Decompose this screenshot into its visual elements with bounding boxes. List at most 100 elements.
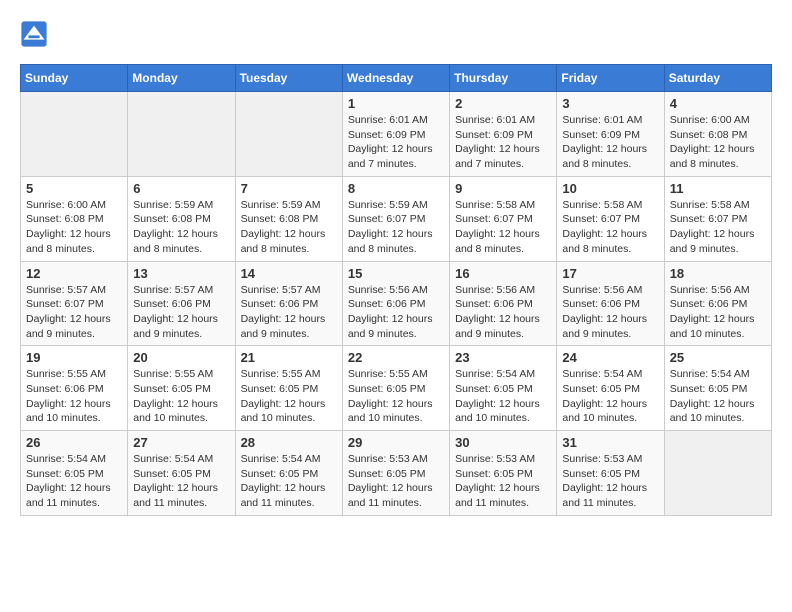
calendar-cell: 12 Sunrise: 5:57 AMSunset: 6:07 PMDaylig… [21, 261, 128, 346]
weekday-header: Wednesday [342, 65, 449, 92]
calendar-cell [235, 92, 342, 177]
calendar-cell: 16 Sunrise: 5:56 AMSunset: 6:06 PMDaylig… [450, 261, 557, 346]
calendar-cell: 30 Sunrise: 5:53 AMSunset: 6:05 PMDaylig… [450, 431, 557, 516]
day-info: Sunrise: 5:56 AMSunset: 6:06 PMDaylight:… [348, 283, 444, 342]
calendar-cell: 24 Sunrise: 5:54 AMSunset: 6:05 PMDaylig… [557, 346, 664, 431]
calendar-cell: 11 Sunrise: 5:58 AMSunset: 6:07 PMDaylig… [664, 176, 771, 261]
day-info: Sunrise: 6:01 AMSunset: 6:09 PMDaylight:… [562, 113, 658, 172]
calendar-cell: 25 Sunrise: 5:54 AMSunset: 6:05 PMDaylig… [664, 346, 771, 431]
day-number: 8 [348, 181, 444, 196]
day-info: Sunrise: 6:01 AMSunset: 6:09 PMDaylight:… [348, 113, 444, 172]
day-number: 12 [26, 266, 122, 281]
calendar-body: 1 Sunrise: 6:01 AMSunset: 6:09 PMDayligh… [21, 92, 772, 516]
calendar-cell: 27 Sunrise: 5:54 AMSunset: 6:05 PMDaylig… [128, 431, 235, 516]
day-number: 27 [133, 435, 229, 450]
calendar-cell: 20 Sunrise: 5:55 AMSunset: 6:05 PMDaylig… [128, 346, 235, 431]
calendar-cell: 3 Sunrise: 6:01 AMSunset: 6:09 PMDayligh… [557, 92, 664, 177]
day-number: 31 [562, 435, 658, 450]
calendar-cell: 14 Sunrise: 5:57 AMSunset: 6:06 PMDaylig… [235, 261, 342, 346]
day-number: 20 [133, 350, 229, 365]
calendar-header: SundayMondayTuesdayWednesdayThursdayFrid… [21, 65, 772, 92]
day-info: Sunrise: 5:58 AMSunset: 6:07 PMDaylight:… [670, 198, 766, 257]
calendar-cell: 9 Sunrise: 5:58 AMSunset: 6:07 PMDayligh… [450, 176, 557, 261]
calendar-week-row: 26 Sunrise: 5:54 AMSunset: 6:05 PMDaylig… [21, 431, 772, 516]
day-info: Sunrise: 5:53 AMSunset: 6:05 PMDaylight:… [455, 452, 551, 511]
calendar-cell: 26 Sunrise: 5:54 AMSunset: 6:05 PMDaylig… [21, 431, 128, 516]
day-number: 9 [455, 181, 551, 196]
day-info: Sunrise: 5:56 AMSunset: 6:06 PMDaylight:… [562, 283, 658, 342]
calendar-cell: 29 Sunrise: 5:53 AMSunset: 6:05 PMDaylig… [342, 431, 449, 516]
day-number: 28 [241, 435, 337, 450]
weekday-header: Sunday [21, 65, 128, 92]
calendar-cell: 10 Sunrise: 5:58 AMSunset: 6:07 PMDaylig… [557, 176, 664, 261]
day-info: Sunrise: 5:57 AMSunset: 6:06 PMDaylight:… [133, 283, 229, 342]
logo-icon [20, 20, 48, 48]
calendar-cell: 19 Sunrise: 5:55 AMSunset: 6:06 PMDaylig… [21, 346, 128, 431]
day-number: 18 [670, 266, 766, 281]
day-info: Sunrise: 6:00 AMSunset: 6:08 PMDaylight:… [26, 198, 122, 257]
day-number: 21 [241, 350, 337, 365]
logo [20, 20, 52, 48]
day-info: Sunrise: 5:59 AMSunset: 6:08 PMDaylight:… [241, 198, 337, 257]
day-info: Sunrise: 5:54 AMSunset: 6:05 PMDaylight:… [133, 452, 229, 511]
day-number: 4 [670, 96, 766, 111]
day-info: Sunrise: 5:56 AMSunset: 6:06 PMDaylight:… [455, 283, 551, 342]
calendar-week-row: 5 Sunrise: 6:00 AMSunset: 6:08 PMDayligh… [21, 176, 772, 261]
day-info: Sunrise: 5:54 AMSunset: 6:05 PMDaylight:… [241, 452, 337, 511]
day-number: 13 [133, 266, 229, 281]
page-header [20, 20, 772, 48]
day-number: 30 [455, 435, 551, 450]
calendar-cell: 4 Sunrise: 6:00 AMSunset: 6:08 PMDayligh… [664, 92, 771, 177]
calendar-cell: 5 Sunrise: 6:00 AMSunset: 6:08 PMDayligh… [21, 176, 128, 261]
day-info: Sunrise: 5:54 AMSunset: 6:05 PMDaylight:… [26, 452, 122, 511]
day-info: Sunrise: 5:55 AMSunset: 6:05 PMDaylight:… [348, 367, 444, 426]
calendar-cell: 21 Sunrise: 5:55 AMSunset: 6:05 PMDaylig… [235, 346, 342, 431]
day-info: Sunrise: 5:54 AMSunset: 6:05 PMDaylight:… [562, 367, 658, 426]
day-number: 17 [562, 266, 658, 281]
day-info: Sunrise: 5:58 AMSunset: 6:07 PMDaylight:… [455, 198, 551, 257]
calendar-cell: 17 Sunrise: 5:56 AMSunset: 6:06 PMDaylig… [557, 261, 664, 346]
day-number: 26 [26, 435, 122, 450]
calendar-cell [664, 431, 771, 516]
day-info: Sunrise: 5:53 AMSunset: 6:05 PMDaylight:… [562, 452, 658, 511]
weekday-header: Monday [128, 65, 235, 92]
day-info: Sunrise: 5:58 AMSunset: 6:07 PMDaylight:… [562, 198, 658, 257]
day-number: 25 [670, 350, 766, 365]
day-info: Sunrise: 5:57 AMSunset: 6:07 PMDaylight:… [26, 283, 122, 342]
day-number: 1 [348, 96, 444, 111]
day-number: 16 [455, 266, 551, 281]
calendar-cell: 8 Sunrise: 5:59 AMSunset: 6:07 PMDayligh… [342, 176, 449, 261]
calendar-cell [128, 92, 235, 177]
day-number: 29 [348, 435, 444, 450]
day-number: 11 [670, 181, 766, 196]
calendar-cell: 28 Sunrise: 5:54 AMSunset: 6:05 PMDaylig… [235, 431, 342, 516]
day-info: Sunrise: 5:57 AMSunset: 6:06 PMDaylight:… [241, 283, 337, 342]
day-number: 10 [562, 181, 658, 196]
day-info: Sunrise: 5:55 AMSunset: 6:06 PMDaylight:… [26, 367, 122, 426]
day-number: 5 [26, 181, 122, 196]
calendar-cell: 1 Sunrise: 6:01 AMSunset: 6:09 PMDayligh… [342, 92, 449, 177]
day-number: 7 [241, 181, 337, 196]
day-info: Sunrise: 5:53 AMSunset: 6:05 PMDaylight:… [348, 452, 444, 511]
weekday-header: Saturday [664, 65, 771, 92]
day-info: Sunrise: 6:00 AMSunset: 6:08 PMDaylight:… [670, 113, 766, 172]
day-info: Sunrise: 5:59 AMSunset: 6:08 PMDaylight:… [133, 198, 229, 257]
day-number: 6 [133, 181, 229, 196]
calendar-cell: 15 Sunrise: 5:56 AMSunset: 6:06 PMDaylig… [342, 261, 449, 346]
calendar-cell: 23 Sunrise: 5:54 AMSunset: 6:05 PMDaylig… [450, 346, 557, 431]
weekday-header: Friday [557, 65, 664, 92]
calendar-week-row: 12 Sunrise: 5:57 AMSunset: 6:07 PMDaylig… [21, 261, 772, 346]
day-number: 22 [348, 350, 444, 365]
day-info: Sunrise: 5:55 AMSunset: 6:05 PMDaylight:… [133, 367, 229, 426]
day-number: 3 [562, 96, 658, 111]
calendar-cell: 2 Sunrise: 6:01 AMSunset: 6:09 PMDayligh… [450, 92, 557, 177]
day-info: Sunrise: 5:55 AMSunset: 6:05 PMDaylight:… [241, 367, 337, 426]
calendar-cell: 6 Sunrise: 5:59 AMSunset: 6:08 PMDayligh… [128, 176, 235, 261]
calendar-cell: 18 Sunrise: 5:56 AMSunset: 6:06 PMDaylig… [664, 261, 771, 346]
calendar-week-row: 1 Sunrise: 6:01 AMSunset: 6:09 PMDayligh… [21, 92, 772, 177]
calendar-table: SundayMondayTuesdayWednesdayThursdayFrid… [20, 64, 772, 516]
day-info: Sunrise: 5:56 AMSunset: 6:06 PMDaylight:… [670, 283, 766, 342]
weekday-row: SundayMondayTuesdayWednesdayThursdayFrid… [21, 65, 772, 92]
day-number: 15 [348, 266, 444, 281]
calendar-cell: 31 Sunrise: 5:53 AMSunset: 6:05 PMDaylig… [557, 431, 664, 516]
